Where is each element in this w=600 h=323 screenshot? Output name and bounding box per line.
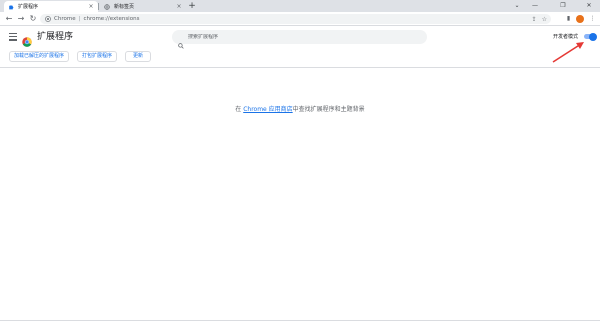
extensions-header: 扩展程序 开发者模式 — [0, 27, 600, 49]
bookmark-star-icon[interactable]: ☆ — [542, 16, 547, 23]
load-unpacked-button[interactable]: 加载已解压的扩展程序 — [9, 51, 69, 62]
puzzle-icon — [8, 4, 14, 10]
dev-toolbar: 加载已解压的扩展程序 打包扩展程序 更新 — [0, 49, 600, 68]
hamburger-menu-icon[interactable] — [9, 33, 17, 41]
tab-search-icon[interactable]: ⌄ — [508, 0, 526, 12]
close-window-button[interactable]: ✕ — [580, 0, 598, 12]
bottom-divider — [0, 320, 600, 321]
new-tab-button[interactable]: + — [187, 1, 197, 11]
search-input[interactable] — [188, 34, 418, 40]
side-panel-icon[interactable]: ▮ — [564, 14, 573, 24]
toggle-knob — [589, 32, 597, 41]
site-label: Chrome — [54, 16, 76, 22]
maximize-button[interactable]: ❐ — [554, 0, 572, 12]
back-arrow-icon[interactable]: ← — [4, 14, 14, 24]
globe-icon — [104, 3, 110, 10]
tab-title: 新标签页 — [114, 4, 135, 10]
chrome-web-store-link[interactable]: Chrome 应用商店 — [243, 106, 292, 113]
menu-dots-icon[interactable]: ⋮ — [588, 14, 597, 24]
address-bar[interactable]: Chrome | chrome://extensions ⇪ ☆ — [40, 14, 551, 24]
empty-state-suffix: 中查找扩展程序和主题背景 — [292, 106, 365, 113]
tab-strip: 扩展程序 × 新标签页 × + ⌄ — ❐ ✕ — [0, 0, 600, 12]
reload-icon[interactable]: ↻ — [28, 14, 38, 24]
omnibox-divider: | — [78, 16, 81, 22]
minimize-button[interactable]: — — [526, 0, 544, 12]
close-icon[interactable]: × — [88, 3, 94, 10]
chrome-site-icon — [45, 16, 51, 22]
search-bar[interactable] — [172, 30, 427, 49]
tab-separator — [98, 3, 99, 10]
omnibox-actions: ⇪ ☆ — [532, 14, 547, 24]
annotation-arrow-icon — [552, 42, 584, 63]
page-title: 扩展程序 — [37, 32, 74, 42]
share-icon[interactable]: ⇪ — [532, 16, 537, 23]
tab-new-tab[interactable]: 新标签页 × — [100, 1, 186, 12]
browser-toolbar: ← → ↻ Chrome | chrome://extensions ⇪ ☆ ▮… — [0, 12, 600, 26]
empty-state-message: 在 Chrome 应用商店中查找扩展程序和主题背景 — [0, 104, 600, 113]
forward-arrow-icon[interactable]: → — [16, 14, 26, 24]
chrome-logo-icon — [22, 32, 32, 47]
update-button[interactable]: 更新 — [125, 51, 151, 62]
url-text[interactable]: chrome://extensions — [83, 16, 139, 22]
tab-title: 扩展程序 — [18, 4, 39, 10]
close-icon[interactable]: × — [176, 3, 182, 10]
pack-extension-button[interactable]: 打包扩展程序 — [77, 51, 117, 62]
search-icon — [178, 34, 184, 49]
avatar[interactable] — [576, 15, 584, 23]
tab-extensions[interactable]: 扩展程序 × — [4, 1, 98, 12]
